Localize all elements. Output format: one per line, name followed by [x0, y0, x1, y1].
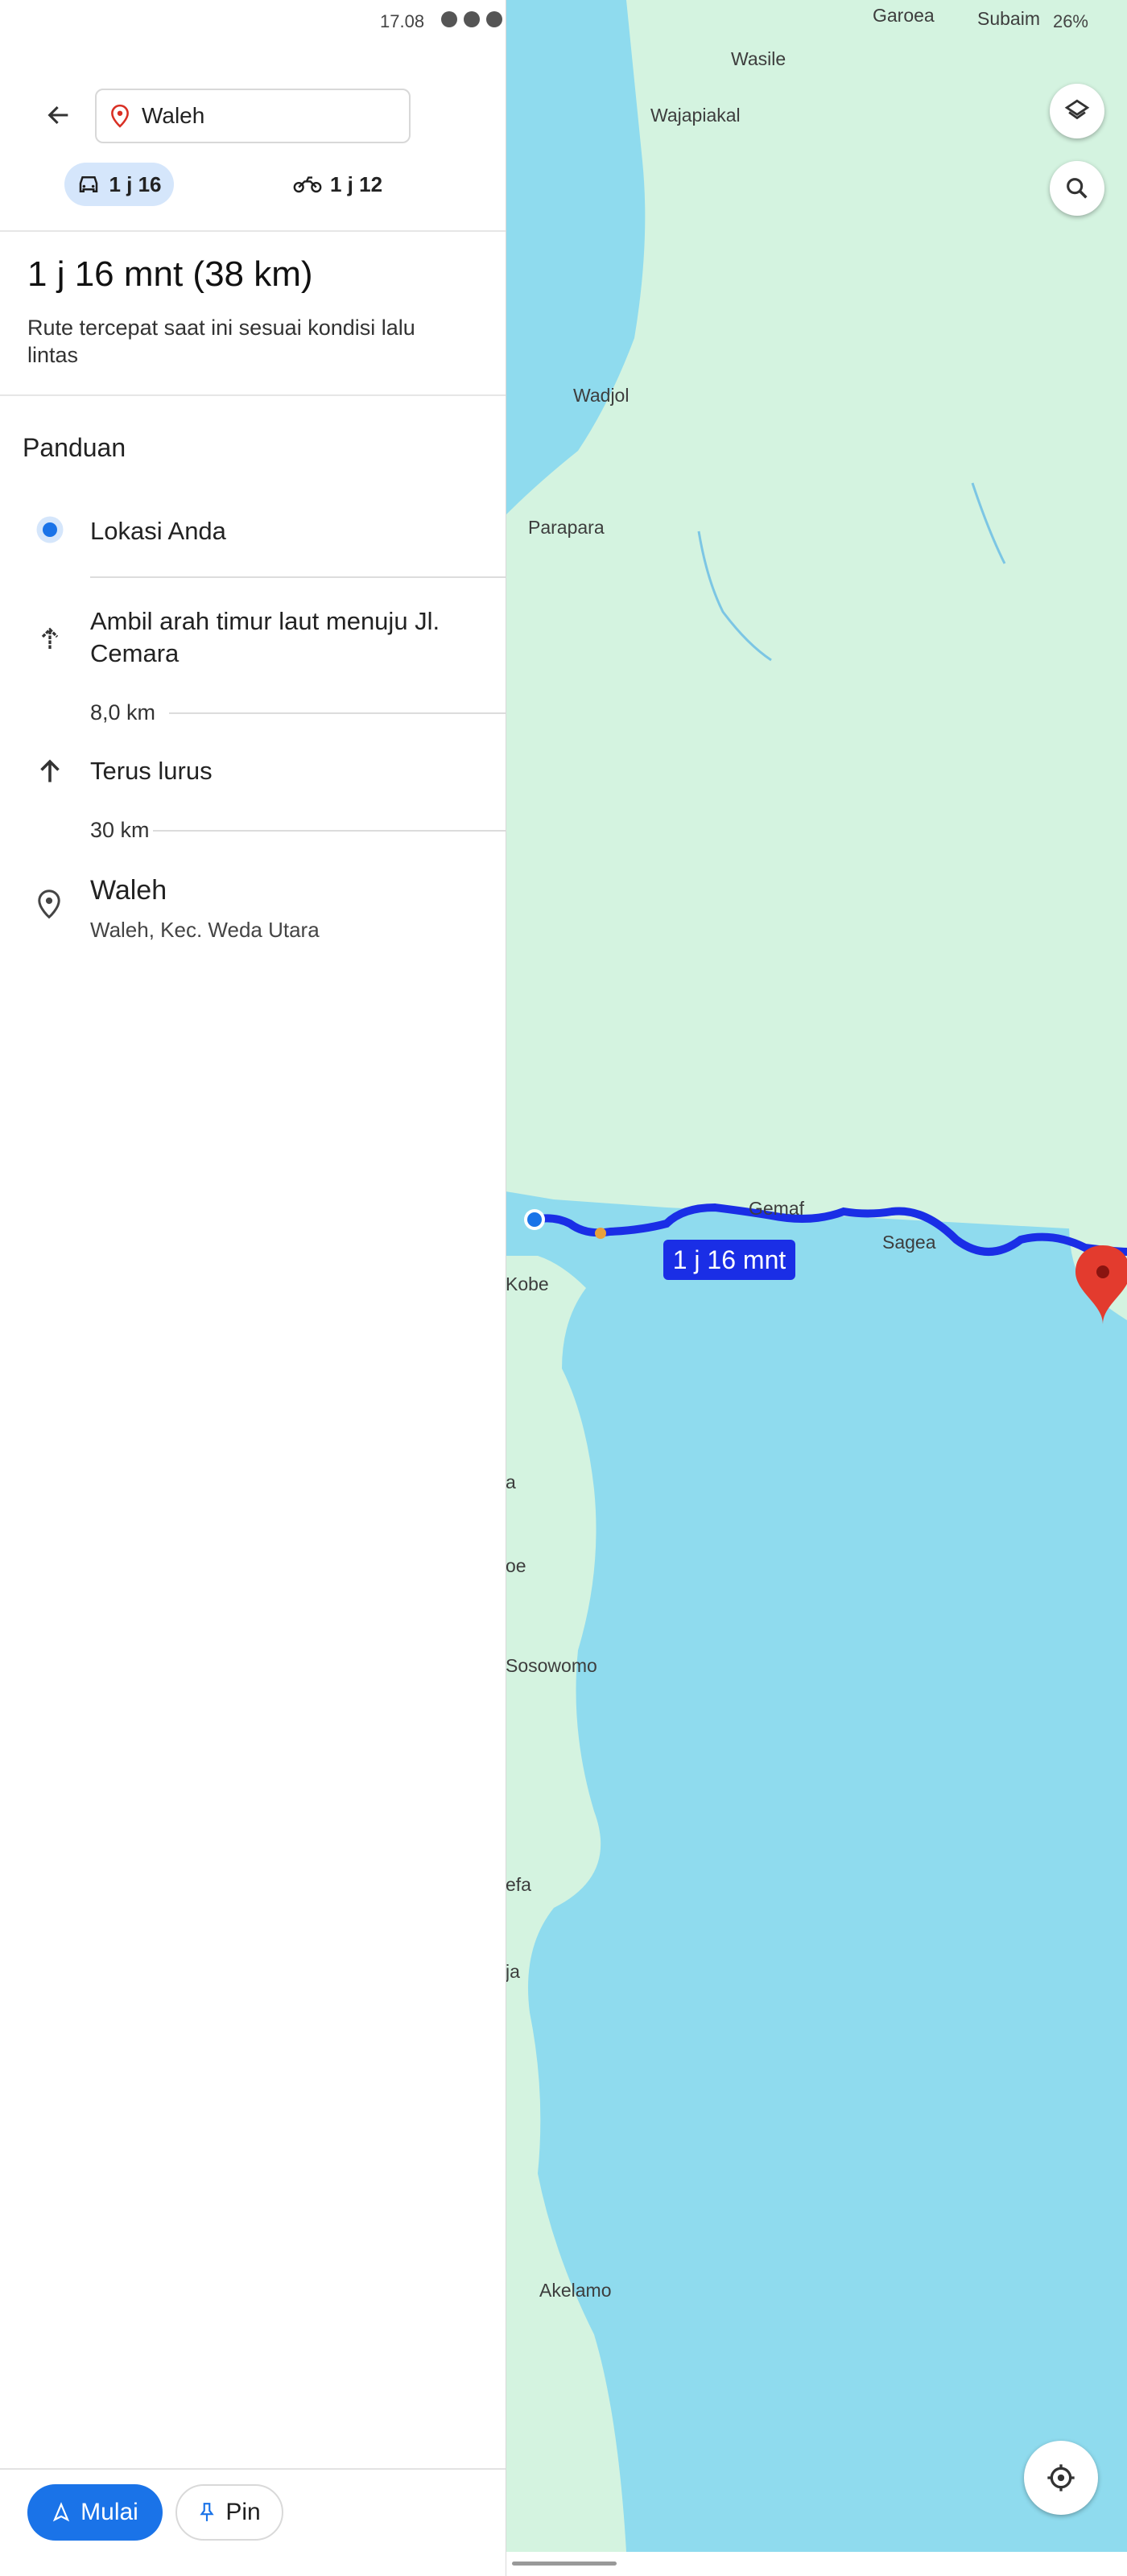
motorcycle-icon: [293, 176, 322, 193]
destination-field[interactable]: Waleh: [95, 89, 411, 143]
map-view[interactable]: Garoea Subaim Wasile Wajapiakal Wadjol P…: [506, 0, 1127, 2552]
destination-text: Waleh: [142, 103, 205, 128]
status-time: 17.08: [380, 11, 425, 31]
divider: [0, 2468, 506, 2470]
home-indicator[interactable]: [512, 2562, 617, 2566]
straight-arrow-icon: [40, 759, 60, 782]
your-location-icon: [36, 516, 64, 543]
place-label: Subaim: [977, 8, 1040, 29]
location-pin-icon: [111, 104, 129, 128]
directions-panel: 17.08 Waleh 1 j 16 1 j 12 1 j 16 mnt (38…: [0, 0, 506, 2576]
place-label: Gemaf: [749, 1198, 805, 1219]
crosshair-icon: [1047, 2464, 1075, 2491]
message-icon: [441, 11, 457, 27]
whatsapp-icon: [464, 11, 480, 27]
place-label: Wasile: [731, 48, 786, 69]
notification-icons: [441, 11, 502, 27]
step-distance: 30 km: [90, 818, 150, 842]
start-label: Mulai: [80, 2499, 138, 2525]
my-location-button[interactable]: [1024, 2441, 1098, 2515]
destination-address: Waleh, Kec. Weda Utara: [90, 918, 320, 942]
directions-title: Panduan: [23, 433, 126, 462]
place-label: efa: [506, 1874, 531, 1895]
car-icon: [80, 176, 98, 192]
divider: [0, 230, 506, 232]
place-label: Kobe: [506, 1274, 549, 1294]
mode-motorcycle-label: 1 j 12: [330, 171, 383, 196]
place-label: Sagea: [882, 1232, 936, 1253]
mode-car-tab[interactable]: 1 j 16: [64, 163, 174, 206]
place-label: Akelamo: [539, 2280, 612, 2301]
start-navigation-button[interactable]: Mulai: [27, 2484, 163, 2541]
layers-button[interactable]: [1050, 84, 1104, 138]
pin-label: Pin: [225, 2499, 261, 2525]
route-description: Rute tercepat saat ini sesuai kondisi la…: [27, 316, 415, 367]
navigation-arrow-icon: [52, 2502, 70, 2522]
place-label: Sosowomo: [506, 1655, 597, 1676]
route-duration-label[interactable]: 1 j 16 mnt: [663, 1240, 795, 1280]
step-distance: 8,0 km: [90, 700, 156, 724]
place-label: ja: [506, 1961, 520, 1982]
destination-name[interactable]: Waleh: [90, 874, 167, 906]
place-label: Wajapiakal: [650, 105, 741, 126]
battery-level: 26%: [1052, 11, 1088, 31]
app-icon: [486, 11, 502, 27]
search-map-button[interactable]: [1050, 161, 1104, 216]
divider: [0, 394, 506, 396]
back-button[interactable]: [45, 101, 72, 133]
step-instruction[interactable]: Terus lurus: [90, 755, 213, 787]
place-label: Wadjol: [573, 385, 630, 406]
route-summary: 1 j 16 mnt (38 km): [27, 254, 313, 294]
place-label: Parapara: [528, 517, 605, 538]
divider: [90, 576, 506, 578]
divider: [169, 712, 506, 714]
divider: [153, 830, 506, 832]
back-arrow-icon: [47, 105, 68, 125]
origin-label[interactable]: Lokasi Anda: [90, 515, 226, 547]
pin-button[interactable]: Pin: [175, 2484, 283, 2541]
pin-icon: [200, 2503, 214, 2521]
destination-pin-icon: [38, 890, 60, 919]
map-terrain: [506, 0, 1127, 2552]
place-label: oe: [506, 1555, 526, 1576]
place-label: Garoea: [873, 5, 935, 26]
place-label: a: [506, 1472, 516, 1492]
step-instruction[interactable]: Ambil arah timur laut menuju Jl. Cemara: [90, 605, 493, 670]
mode-motorcycle-tab[interactable]: 1 j 12: [293, 163, 382, 206]
northeast-arrow-icon: [41, 627, 59, 649]
mode-car-label: 1 j 16: [109, 171, 162, 196]
layers-icon: [1064, 99, 1090, 120]
search-icon: [1067, 178, 1088, 199]
